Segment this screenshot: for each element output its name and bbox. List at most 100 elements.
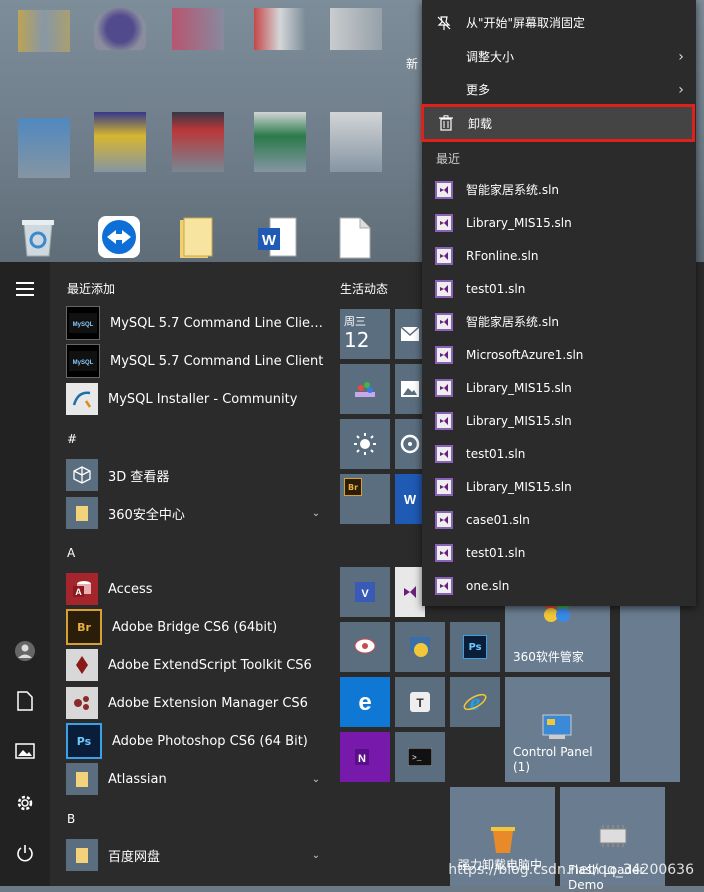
recent-file-item[interactable]: Library_MIS15.sln [422,470,696,503]
control-panel-tile[interactable]: Control Panel (1) [505,677,610,782]
recent-file-item[interactable]: Library_MIS15.sln [422,206,696,239]
uninstaller-icon [491,827,515,853]
photos-tile[interactable] [395,364,425,414]
watermark: https://blog.csdn.net/qq_34200636 [448,862,694,878]
desktop-new-label: 新 [406,57,419,71]
app-item-mysql-cmd-2[interactable]: MySQL MySQL 5.7 Command Line Client [66,343,330,379]
groove-tile[interactable] [395,419,425,469]
calendar-date: 12 [344,328,370,352]
ie-tile[interactable]: e [450,677,500,727]
vs-tile[interactable]: V [340,567,390,617]
desktop-icon-8[interactable] [330,112,382,172]
visual-studio-tile[interactable] [395,567,425,617]
pictures-button[interactable] [10,736,40,766]
tile-app-1[interactable] [340,622,390,672]
folder-icon [66,763,98,795]
mysql-cmd-icon: MySQL [66,344,100,378]
settings-button[interactable] [10,788,40,818]
recent-file-item[interactable]: test01.sln [422,437,696,470]
desktop-icon-1[interactable] [18,10,70,52]
hamburger-menu-button[interactable] [10,274,40,304]
recent-file-item[interactable]: MicrosoftAzure1.sln [422,338,696,371]
menu-item-more[interactable]: 更多 › [422,73,696,106]
user-account-button[interactable] [10,636,40,666]
menu-item-unpin[interactable]: 从"开始"屏幕取消固定 [422,6,696,39]
photoshop-tile[interactable]: Ps [450,622,500,672]
app-icon [354,638,376,654]
python-icon [410,637,430,657]
app-item-360-security[interactable]: 360安全中心 ⌄ [66,495,330,531]
calendar-tile[interactable]: 周三 12 [340,309,390,359]
desktop-icon-excel[interactable] [254,112,306,172]
menu-item-resize[interactable]: 调整大小 › [422,40,696,73]
python-tile[interactable] [395,622,445,672]
power-button[interactable] [10,838,40,868]
svg-text:e: e [470,690,481,716]
folder-icon [66,839,98,871]
visio-icon: V [355,582,375,602]
chevron-down-icon: ⌄ [311,849,321,861]
typora-tile[interactable]: T [395,677,445,727]
picture-icon [15,743,35,759]
360-software-label: 360软件管家 [513,649,584,664]
cmd-tile[interactable]: >_ [395,732,445,782]
svg-text:T: T [416,696,424,710]
vs-solution-icon [422,444,466,463]
desktop-icon-2[interactable] [94,8,146,50]
desktop-icon-atk[interactable] [172,112,224,172]
desktop-icon-3[interactable] [172,8,224,50]
folder-icon [66,497,98,529]
app-item-photoshop[interactable]: Ps Adobe Photoshop CS6 (64 Bit) [66,723,330,759]
vs-solution-icon [422,213,466,232]
bridge-tile[interactable]: Br [340,474,390,524]
recent-file-item[interactable]: 智能家居系统.sln [422,305,696,338]
vs-solution-icon [422,543,466,562]
teamviewer-icon[interactable] [96,214,144,262]
app-item-access[interactable]: A Access [66,571,330,607]
edge-tile[interactable]: e [340,677,390,727]
gear-icon [17,795,33,811]
onenote-tile[interactable]: N [340,732,390,782]
recent-file-item[interactable]: Library_MIS15.sln [422,371,696,404]
app-item-extendscript[interactable]: Adobe ExtendScript Toolkit CS6 [66,647,330,683]
recent-file-item[interactable]: test01.sln [422,272,696,305]
vs-solution-icon [422,510,466,529]
recent-file-item[interactable]: 智能家居系统.sln [422,173,696,206]
word-icon: W [404,492,417,507]
recycle-bin-icon[interactable] [18,214,66,262]
menu-item-uninstall[interactable]: 卸载 [421,104,695,142]
documents-button[interactable] [10,686,40,716]
paint-tile[interactable] [340,364,390,414]
word-doc-icon[interactable]: W [256,216,304,264]
letter-header-a[interactable]: A [67,546,75,560]
desktop-icon-7[interactable] [94,112,146,172]
chevron-down-icon: ⌄ [311,773,321,785]
letter-header-b[interactable]: B [67,812,75,826]
user-icon [15,641,35,661]
recent-file-item[interactable]: one.sln [422,569,696,602]
letter-header-hash[interactable]: # [67,432,77,446]
mail-tile[interactable] [395,309,425,359]
folder-docs-icon[interactable] [176,216,224,264]
app-item-3d-viewer[interactable]: 3D 查看器 [66,457,330,493]
document-icon[interactable] [334,216,382,264]
weather-tile[interactable] [340,419,390,469]
recent-file-item[interactable]: RFonline.sln [422,239,696,272]
desktop-icon-6[interactable] [18,118,70,178]
app-item-adobe-bridge[interactable]: Br Adobe Bridge CS6 (64bit) [66,609,330,645]
recent-file-item[interactable]: case01.sln [422,503,696,536]
svg-text:A: A [75,587,82,597]
app-item-baidu-netdisk[interactable]: 百度网盘 ⌄ [66,837,330,873]
app-item-mysql-cmd-1[interactable]: MySQL MySQL 5.7 Command Line Client... [66,305,330,341]
recent-file-item[interactable]: test01.sln [422,536,696,569]
app-item-mysql-installer[interactable]: MySQL Installer - Community [66,381,330,417]
control-panel-label: Control Panel (1) [513,745,593,774]
app-item-extension-manager[interactable]: Adobe Extension Manager CS6 [66,685,330,721]
app-item-atlassian[interactable]: Atlassian ⌄ [66,761,330,797]
word-tile[interactable]: W [395,474,425,524]
recent-file-item[interactable]: Library_MIS15.sln [422,404,696,437]
vs-solution-icon [422,411,466,430]
desktop-icon-4[interactable] [254,8,306,50]
desktop-icon-5[interactable] [330,8,382,50]
chevron-right-icon: › [678,81,684,98]
